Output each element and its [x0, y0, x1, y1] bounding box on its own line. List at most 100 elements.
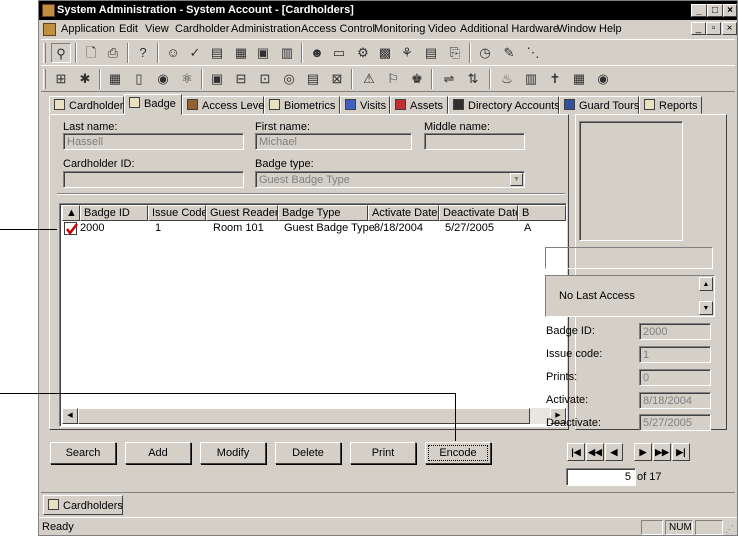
visits-icon[interactable]: ✓ [185, 43, 205, 63]
calculator-icon[interactable]: ▦ [569, 69, 589, 89]
cabinet-icon[interactable]: ▤ [421, 43, 441, 63]
disc-icon[interactable]: ◉ [593, 69, 613, 89]
horizontal-scrollbar[interactable]: ◀ ▶ [62, 408, 566, 424]
column-header-deactivate-date[interactable]: Deactivate Date [439, 205, 518, 221]
minimize-button[interactable]: _ [691, 4, 707, 17]
tab-cardholder[interactable]: Cardholder [49, 96, 124, 114]
access-panels-icon[interactable]: ⚙ [353, 43, 373, 63]
column-header-more[interactable]: B [518, 205, 566, 221]
print-preview-icon[interactable]: 🗋 [81, 43, 101, 63]
record-number-input[interactable]: 5 [566, 468, 636, 486]
table-row[interactable]: 2000 1 Room 101 Guest Badge Type 8/18/20… [62, 222, 566, 236]
menu-video[interactable]: Video [428, 23, 456, 35]
previous-record-button[interactable]: ◀ [605, 443, 623, 461]
tab-biometrics[interactable]: Biometrics [264, 96, 340, 114]
scroll-left-icon[interactable]: ◀ [62, 408, 78, 424]
next-record-button[interactable]: ▶ [634, 443, 652, 461]
column-header-badge-id[interactable]: Badge ID [80, 205, 148, 221]
column-header-activate-date[interactable]: Activate Date [368, 205, 439, 221]
menu-cardholder[interactable]: Cardholder [175, 23, 229, 35]
first-record-button[interactable]: |◀ [567, 443, 585, 461]
cardholders-icon[interactable]: ☺ [163, 43, 183, 63]
last-record-button[interactable]: ▶| [672, 443, 690, 461]
menu-monitoring[interactable]: Monitoring [374, 23, 425, 35]
menu-application[interactable]: Application [61, 23, 115, 35]
toolbar-grip[interactable] [43, 69, 46, 89]
dial-icon[interactable]: ◎ [279, 69, 299, 89]
monitor-icon[interactable]: ▣ [207, 69, 227, 89]
input-icon[interactable]: ⊟ [231, 69, 251, 89]
scroll-down-icon[interactable]: ▼ [699, 301, 713, 315]
lift-icon[interactable]: ⇅ [463, 69, 483, 89]
help-icon[interactable]: ? [133, 43, 153, 63]
column-header-badge-type[interactable]: Badge Type [278, 205, 368, 221]
security-icon[interactable]: ⚐ [383, 69, 403, 89]
mdi-minimize-button[interactable]: _ [691, 22, 706, 35]
app-icon[interactable] [42, 4, 55, 17]
elevator-icon[interactable]: ⇌ [439, 69, 459, 89]
fire-panel-icon[interactable]: ♨ [497, 69, 517, 89]
resize-grip-icon[interactable]: ⋰ [725, 524, 735, 534]
map-icon[interactable]: ⊠ [327, 69, 347, 89]
alarm-panels-icon[interactable]: ⚘ [397, 43, 417, 63]
readers-icon[interactable]: ▩ [375, 43, 395, 63]
sort-column-header[interactable]: ▲ [62, 205, 80, 221]
relay-icon[interactable]: ⚛ [177, 69, 197, 89]
menu-window[interactable]: Window [557, 23, 596, 35]
badge-designer-icon[interactable]: ▣ [253, 43, 273, 63]
print-button[interactable]: Print [350, 442, 416, 464]
menu-administration[interactable]: Administration [231, 23, 301, 35]
tab-assets[interactable]: Assets [390, 96, 448, 114]
tab-badge[interactable]: Badge [124, 94, 182, 115]
scroll-thumb[interactable] [78, 408, 530, 424]
tab-reports[interactable]: Reports [639, 96, 702, 114]
reports-icon[interactable]: ▦ [231, 43, 251, 63]
delete-button[interactable]: Delete [275, 442, 341, 464]
mdi-child-icon[interactable] [43, 23, 56, 36]
camera-icon[interactable]: ◉ [153, 69, 173, 89]
reader-icon[interactable]: ▯ [129, 69, 149, 89]
last-name-field[interactable]: Hassell [63, 133, 244, 150]
alarm-icon[interactable]: ⚠ [359, 69, 379, 89]
column-header-guest-reader[interactable]: Guest Reader [206, 205, 278, 221]
print-icon[interactable]: ⎙ [103, 43, 123, 63]
assets-icon[interactable]: ▤ [207, 43, 227, 63]
personnel-icon[interactable]: ✝ [545, 69, 565, 89]
output-icon[interactable]: ⊡ [255, 69, 275, 89]
cardholder-id-field[interactable] [63, 171, 244, 188]
tab-guard-tours[interactable]: Guard Tours [559, 96, 639, 114]
search-button[interactable]: Search [50, 442, 116, 464]
topology-icon[interactable]: ⋱ [523, 43, 543, 63]
network-icon[interactable]: ⎘ [445, 43, 465, 63]
tab-cardholders-window[interactable]: Cardholders [43, 495, 123, 515]
next-page-button[interactable]: ▶▶ [653, 443, 671, 461]
first-name-field[interactable]: Michael [255, 133, 412, 150]
keypad-icon[interactable]: ▦ [105, 69, 125, 89]
area-icon[interactable]: ✱ [75, 69, 95, 89]
tab-directory-accounts[interactable]: Directory Accounts [448, 96, 560, 114]
close-button[interactable]: × [723, 4, 737, 17]
holidays-icon[interactable]: ✎ [499, 43, 519, 63]
menu-access-control[interactable]: Access Control [301, 23, 375, 35]
hierarchy-icon[interactable]: ⊞ [51, 69, 71, 89]
maximize-button[interactable]: □ [707, 4, 723, 17]
middle-name-field[interactable] [424, 133, 525, 150]
mdi-close-button[interactable]: × [722, 22, 737, 35]
chevron-down-icon[interactable]: ▼ [510, 173, 523, 186]
badge-type-select[interactable]: Guest Badge Type ▼ [255, 171, 525, 188]
add-button[interactable]: Add [125, 442, 191, 464]
menu-additional-hardware[interactable]: Additional Hardware [460, 23, 559, 35]
checkbox-icon[interactable] [64, 222, 78, 235]
mdi-restore-button[interactable]: ▫ [706, 22, 721, 35]
menu-help[interactable]: Help [599, 23, 622, 35]
users-icon[interactable]: ☻ [307, 43, 327, 63]
title-bar[interactable]: System Administration - System Account -… [39, 1, 737, 20]
find-cardholder-icon[interactable]: ⚲ [51, 43, 71, 63]
tab-access-levels[interactable]: Access Levels [182, 96, 272, 114]
previous-page-button[interactable]: ◀◀ [586, 443, 604, 461]
scroll-up-icon[interactable]: ▲ [699, 277, 713, 291]
panel-icon[interactable]: ▤ [303, 69, 323, 89]
encode-button[interactable]: Encode [425, 442, 491, 464]
menu-view[interactable]: View [145, 23, 169, 35]
toolbar-grip[interactable] [43, 43, 46, 63]
